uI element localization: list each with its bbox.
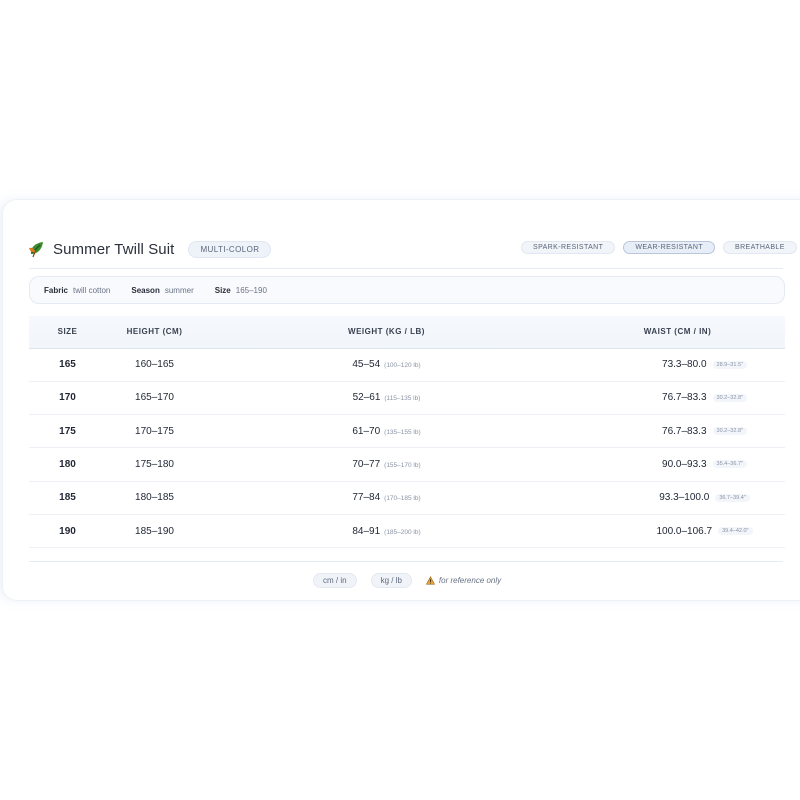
page-title: Summer Twill Suit	[53, 240, 175, 258]
cell-waist: 100.0–106.7 39.4–42.0"	[570, 514, 785, 549]
cell-size: 175	[29, 414, 106, 449]
cell-waist: 73.3–80.0 28.9–31.5"	[570, 348, 785, 382]
table-header-row: SIZE HEIGHT (CM) WEIGHT (KG / LB) WAIST …	[29, 316, 785, 349]
waist-cm: 73.3–80.0	[662, 359, 707, 371]
unit-toggle-length[interactable]: cm / in	[313, 573, 357, 588]
cell-height: 175–180	[106, 447, 203, 482]
weight-kg: 52–61	[352, 392, 381, 404]
cell-size: 170	[29, 381, 106, 416]
table-row: 165 160–165 45–54 (100–120 lb) 73.3–80.0 2…	[29, 348, 785, 382]
tag-breathable[interactable]: BREATHABLE	[723, 241, 797, 254]
title-row: Summer Twill Suit MULTI-COLOR	[27, 236, 272, 262]
cell-weight: 45–54 (100–120 lb)	[203, 348, 570, 382]
waist-in-badge: 30.2–32.8"	[712, 393, 747, 402]
cell-size: 190	[29, 514, 106, 549]
table-row: 170 165–170 52–61 (115–135 lb) 76.7–83.3 3…	[29, 381, 785, 416]
waist-cm: 93.3–100.0	[659, 492, 710, 504]
season-value: summer	[164, 285, 194, 295]
weight-kg: 77–84	[352, 492, 381, 504]
feature-tags: SPARK-RESISTANT WEAR-RESISTANT BREATHABL…	[521, 241, 800, 254]
fabric-value: twill cotton	[73, 285, 111, 295]
cell-weight: 52–61 (115–135 lb)	[203, 381, 570, 416]
weight-lb: (135–155 lb)	[384, 428, 421, 436]
cell-weight: 84–91 (185–200 lb)	[203, 514, 570, 549]
table-row: 180 175–180 70–77 (155–170 lb) 90.0–93.3 3…	[29, 447, 785, 482]
cell-weight: 77–84 (170–185 lb)	[203, 481, 570, 515]
cell-waist: 76.7–83.3 30.2–32.8"	[570, 414, 785, 449]
waist-cm: 76.7–83.3	[662, 392, 707, 404]
waist-in-badge: 36.7–39.4"	[715, 493, 750, 502]
cell-waist: 90.0–93.3 35.4–36.7"	[570, 447, 785, 482]
table-row: 190 185–190 84–91 (185–200 lb) 100.0–106.…	[29, 514, 785, 549]
weight-kg: 70–77	[352, 459, 381, 471]
cell-height: 160–165	[106, 348, 203, 382]
weight-lb: (185–200 lb)	[384, 528, 421, 536]
cell-waist: 76.7–83.3 30.2–32.8"	[570, 381, 785, 416]
fabric-label: Fabric	[44, 285, 69, 295]
size-range-value: 165–190	[235, 285, 267, 295]
leaf-logo-icon	[29, 242, 43, 258]
size-label: Size	[214, 285, 231, 295]
cell-height: 170–175	[106, 414, 203, 449]
season-label: Season	[131, 285, 160, 295]
product-meta-bar: Fabric twill cotton Season summer Size 1…	[29, 276, 785, 304]
weight-kg: 45–54	[352, 359, 381, 371]
weight-kg: 61–70	[352, 425, 381, 437]
cell-height: 165–170	[106, 381, 203, 416]
waist-cm: 90.0–93.3	[662, 459, 707, 471]
cell-size: 185	[29, 481, 106, 515]
cell-waist: 93.3–100.0 36.7–39.4"	[570, 481, 785, 515]
footer-bar: cm / in kg / lb for reference only	[313, 573, 501, 588]
footer-divider	[29, 561, 783, 562]
cell-weight: 61–70 (135–155 lb)	[203, 414, 570, 449]
table-row: 185 180–185 77–84 (170–185 lb) 93.3–100.0…	[29, 481, 785, 515]
weight-lb: (155–170 lb)	[384, 462, 421, 470]
cell-size: 180	[29, 447, 106, 482]
cell-height: 180–185	[106, 481, 203, 515]
waist-cm: 100.0–106.7	[656, 525, 713, 537]
size-chart-card: Summer Twill Suit MULTI-COLOR SPARK-RESI…	[3, 200, 800, 600]
variant-badge: MULTI-COLOR	[188, 240, 272, 258]
column-header-size: SIZE	[29, 316, 106, 349]
table-row: 175 170–175 61–70 (135–155 lb) 76.7–83.3 3…	[29, 414, 785, 449]
cell-height: 185–190	[106, 514, 203, 549]
unit-toggle-weight[interactable]: kg / lb	[370, 573, 412, 588]
size-table: SIZE HEIGHT (CM) WEIGHT (KG / LB) WAIST …	[29, 316, 785, 549]
column-header-height: HEIGHT (CM)	[106, 316, 203, 349]
reference-note: for reference only	[438, 576, 502, 585]
waist-in-badge: 39.4–42.0"	[718, 526, 753, 535]
cell-weight: 70–77 (155–170 lb)	[203, 447, 570, 482]
column-header-weight: WEIGHT (KG / LB)	[203, 316, 570, 349]
waist-in-badge: 30.2–32.8"	[712, 427, 747, 436]
waist-in-badge: 35.4–36.7"	[712, 460, 747, 469]
waist-cm: 76.7–83.3	[662, 425, 707, 437]
header-divider	[29, 268, 783, 269]
column-header-waist: WAIST (CM / IN)	[570, 316, 785, 349]
waist-in-badge: 28.9–31.5"	[712, 360, 747, 369]
weight-lb: (115–135 lb)	[384, 395, 421, 403]
tag-wear-resistant[interactable]: WEAR-RESISTANT	[623, 241, 716, 254]
warning-icon	[425, 576, 435, 585]
weight-kg: 84–91	[352, 525, 381, 537]
weight-lb: (170–185 lb)	[384, 495, 421, 503]
cell-size: 165	[29, 348, 106, 382]
tag-spark-resistant[interactable]: SPARK-RESISTANT	[521, 241, 616, 254]
weight-lb: (100–120 lb)	[384, 362, 421, 370]
